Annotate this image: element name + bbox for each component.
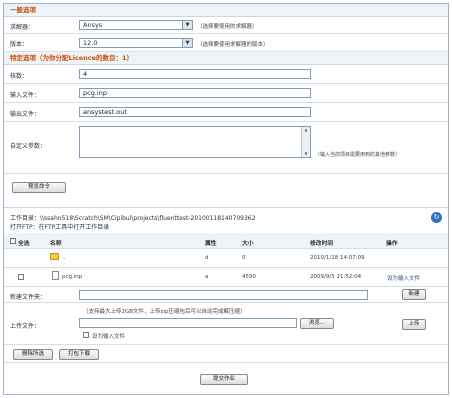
file-mtime: 2009/9/5 21:52:04 — [310, 274, 362, 280]
version-select[interactable]: 12.0 ▼ — [79, 38, 193, 48]
job-form: 一般选项 求解器： Ansys ▼ （选择要使用的求解器） 版本： 12.0 ▼… — [3, 3, 449, 395]
input-file-label: 输入文件： — [10, 92, 41, 99]
input-file-field[interactable]: pcg.inp — [79, 88, 311, 98]
file-size: 4590 — [242, 274, 256, 280]
solver-label: 求解器： — [10, 24, 35, 31]
new-folder-label: 新建文件夹： — [10, 294, 47, 301]
custom-params-label: 自定义参数： — [10, 143, 47, 150]
col-name: 名称 — [50, 241, 62, 247]
solver-hint: （选择要使用的求解器） — [197, 24, 258, 30]
file-attr: a — [205, 274, 209, 280]
file-table-header: 全选 名称 属性 大小 修改时间 操作 — [4, 233, 448, 249]
textarea-scrollbar[interactable]: ▲ ▼ — [301, 127, 310, 157]
preview-command-button[interactable]: 预览命令 — [12, 182, 66, 193]
general-section-title: 一般选项 — [4, 4, 448, 17]
custom-params-hint: （输入当前项目需要用到的其他参数） — [315, 152, 401, 158]
custom-params-textarea[interactable]: ▲ ▼ — [79, 126, 311, 158]
file-mtime: 2010/1/18 14:07:09 — [310, 255, 365, 261]
version-value: 12.0 — [83, 39, 98, 47]
version-label: 版本： — [10, 41, 29, 48]
file-name[interactable]: pcg.inp — [62, 274, 82, 280]
col-attr: 属性 — [205, 241, 217, 247]
new-folder-button[interactable]: 新建 — [402, 289, 426, 300]
col-mtime: 修改时间 — [310, 241, 334, 247]
upload-hint: （支持最大上传2GB文件，上传zip压缩包后可以自动完成解压缩） — [83, 309, 246, 315]
upload-button[interactable]: 上传 — [402, 319, 426, 330]
delete-selected-button[interactable]: 删除所选 — [13, 349, 53, 360]
file-icon — [52, 271, 59, 280]
ftp-link[interactable]: 打开FTP：在FTP工具中打开工作目录 — [10, 222, 109, 231]
col-action: 操作 — [386, 241, 398, 247]
submit-row: 提交作业 — [4, 363, 448, 394]
output-file-label: 输出文件： — [10, 111, 41, 118]
table-row[interactable]: .. d 0 2010/1/18 14:07:09 — [4, 249, 448, 268]
solver-row: 求解器： Ansys ▼ （选择要使用的求解器） — [4, 17, 448, 34]
solver-select[interactable]: Ansys ▼ — [79, 20, 193, 30]
submit-job-button[interactable]: 提交作业 — [200, 374, 248, 385]
chevron-down-icon: ▼ — [182, 21, 192, 29]
output-file-field[interactable]: ansystest.out — [79, 107, 311, 117]
browse-button[interactable]: 浏览... — [300, 318, 334, 329]
cores-row: 核数： 4 — [4, 65, 448, 84]
row-checkbox[interactable] — [18, 274, 24, 280]
new-folder-input[interactable] — [79, 290, 368, 300]
workdir-block: 工作目录：\\ssahn518\Scratch\SM\Cipibul\proje… — [4, 207, 448, 233]
new-folder-row: 新建文件夹： 新建 — [4, 287, 448, 303]
cores-label: 核数： — [10, 73, 29, 80]
custom-params-row: 自定义参数： ▲ ▼ （输入当前项目需要用到的其他参数） — [4, 122, 448, 174]
select-all-label: 全选 — [18, 241, 30, 247]
file-actions-row: 删除所选 打包下载 — [4, 345, 448, 363]
upload-row: 上传文件： （支持最大上传2GB文件，上传zip压缩包后可以自动完成解压缩） 浏… — [4, 303, 448, 345]
file-attr: d — [205, 255, 209, 261]
scroll-down-icon: ▼ — [304, 151, 308, 156]
preview-row: 预览命令 — [4, 174, 448, 200]
upload-label: 上传文件： — [10, 323, 41, 330]
version-hint: （选择要使用求解器的版本） — [197, 42, 269, 48]
cores-input[interactable]: 4 — [79, 69, 311, 79]
specific-section-title: 特定选项（为你分配Licence的数目：1） — [4, 52, 448, 65]
chevron-down-icon: ▼ — [182, 39, 192, 47]
folder-icon — [50, 253, 59, 260]
workdir-path: 工作目录：\\ssahn518\Scratch\SM\Cipibul\proje… — [10, 215, 256, 222]
scroll-up-icon: ▲ — [304, 127, 308, 132]
upload-file-input[interactable] — [79, 318, 297, 328]
refresh-icon[interactable]: ↻ — [431, 212, 442, 223]
file-name[interactable]: .. — [62, 255, 66, 261]
set-input-link[interactable]: 设为输入文件 — [387, 274, 420, 282]
set-input-checkbox[interactable] — [83, 332, 89, 338]
pack-download-button[interactable]: 打包下载 — [59, 349, 99, 360]
set-input-label: 设为输入文件 — [92, 334, 126, 340]
file-size: 0 — [242, 255, 246, 261]
solver-value: Ansys — [83, 21, 103, 29]
select-all-checkbox[interactable] — [10, 238, 16, 244]
col-size: 大小 — [242, 241, 254, 247]
input-file-row: 输入文件： pcg.inp — [4, 84, 448, 103]
output-file-row: 输出文件： ansystest.out — [4, 103, 448, 122]
table-row[interactable]: pcg.inp a 4590 2009/9/5 21:52:04 设为输入文件 — [4, 268, 448, 287]
version-row: 版本： 12.0 ▼ （选择要使用求解器的版本） — [4, 34, 448, 52]
